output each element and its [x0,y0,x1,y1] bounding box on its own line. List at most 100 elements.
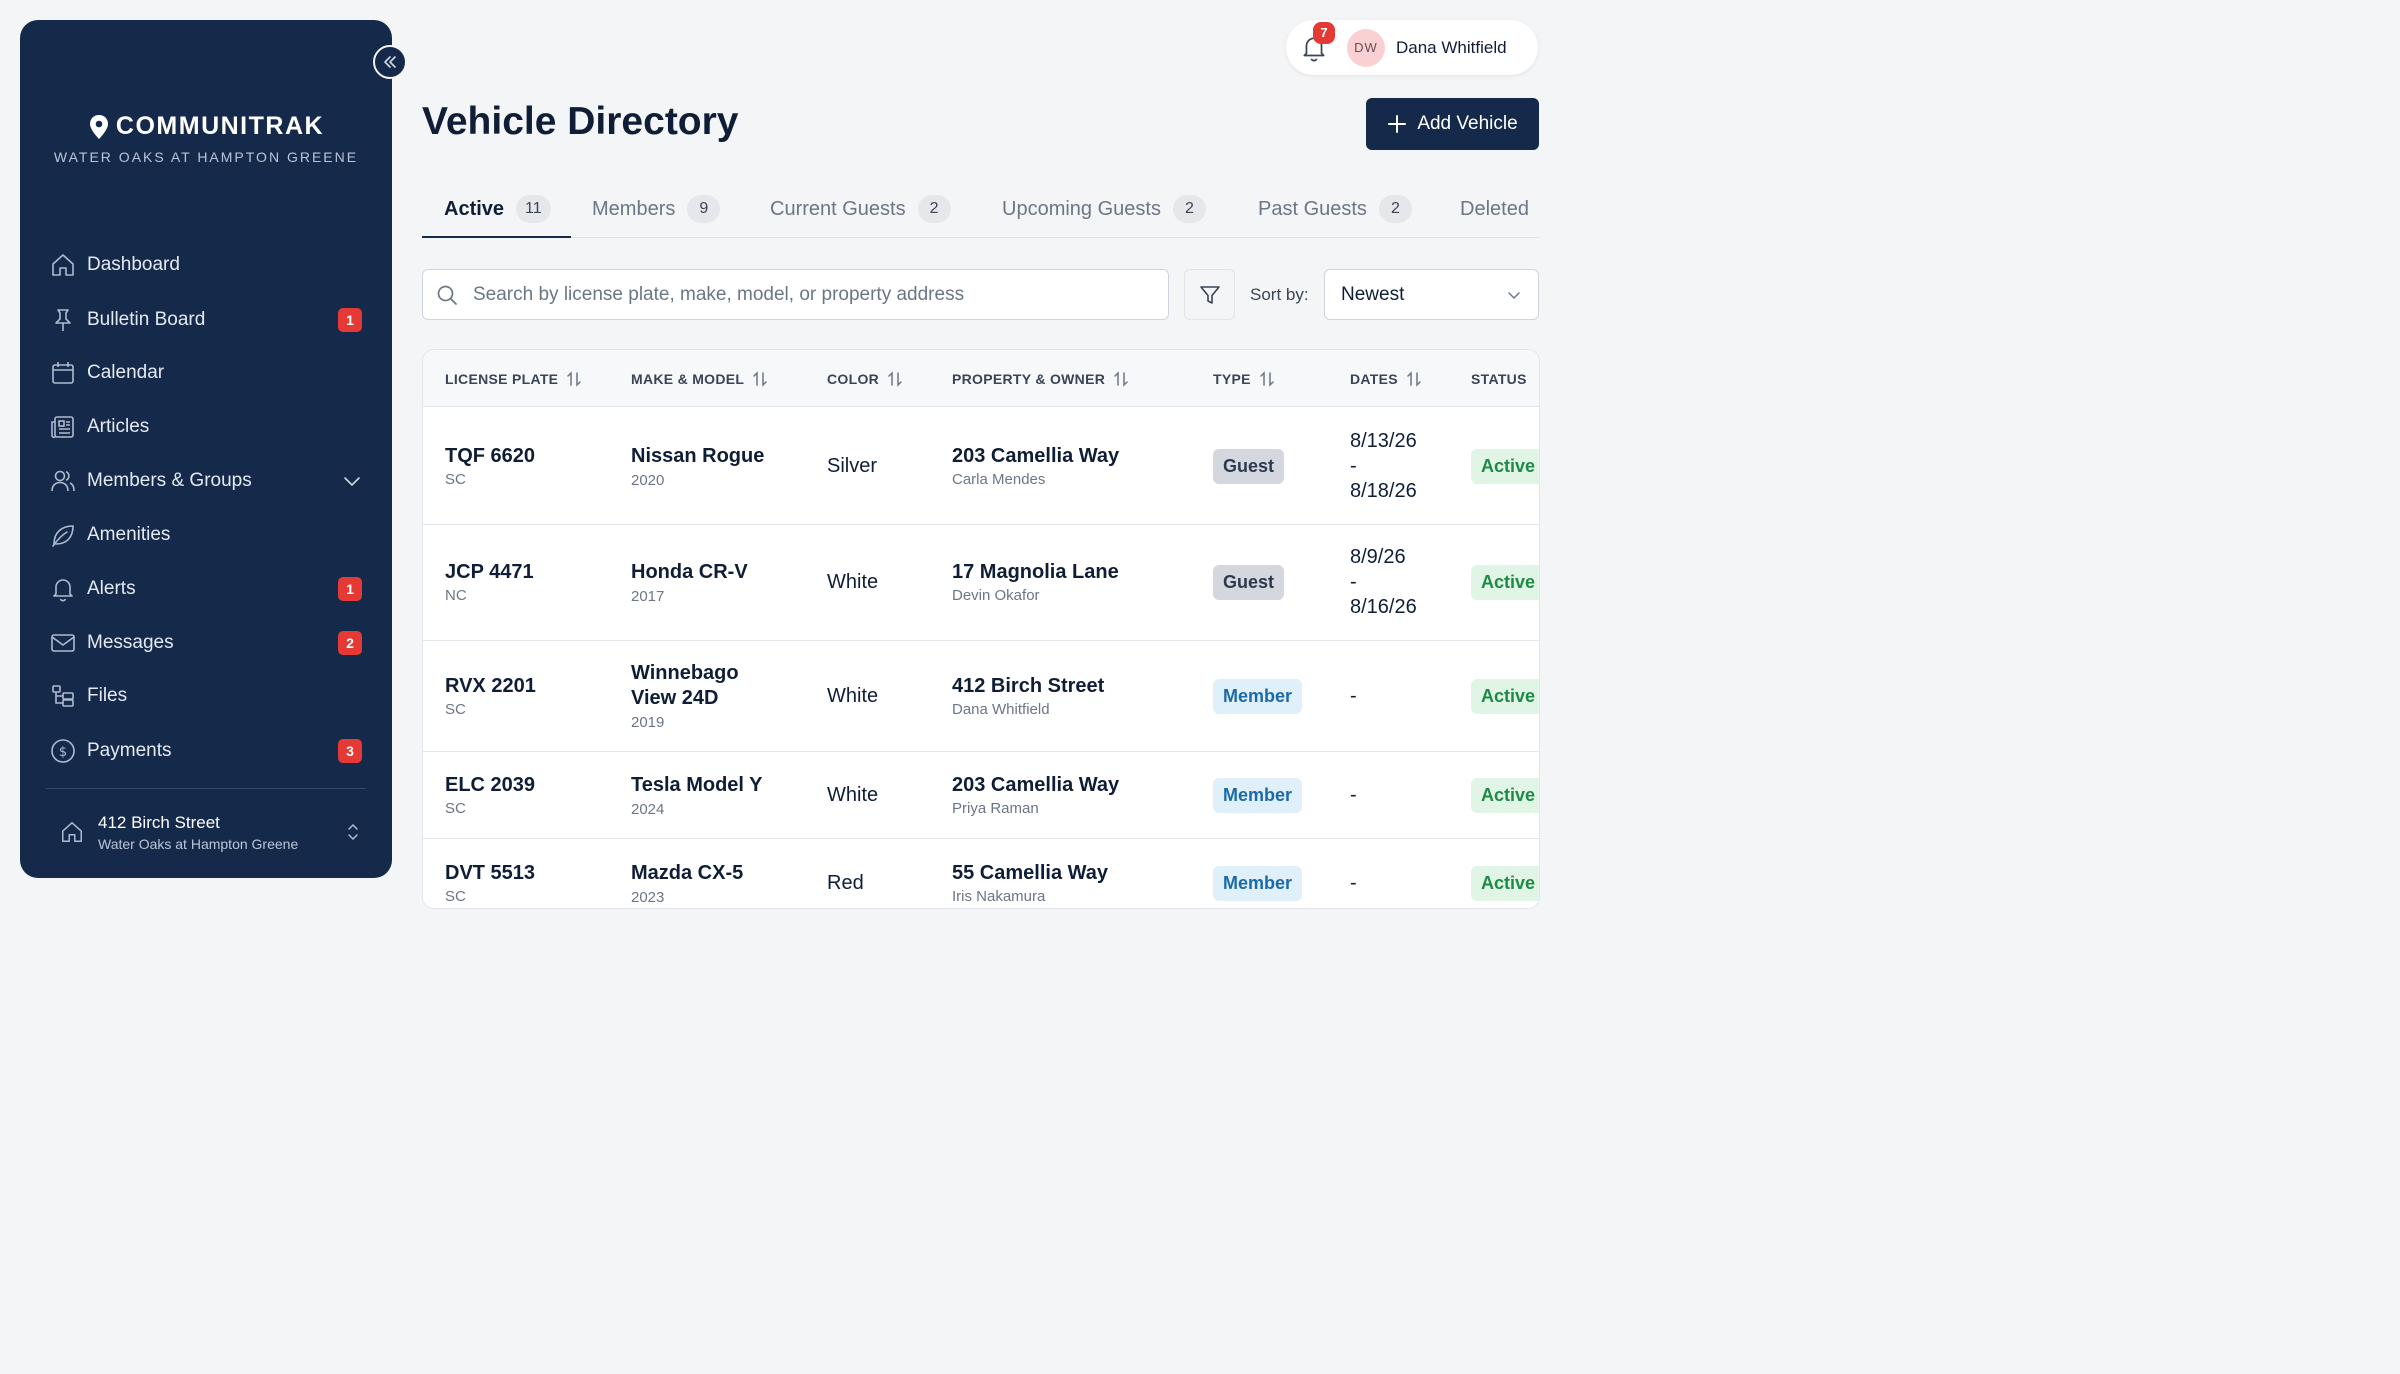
count-badge: 2 [338,631,362,655]
plate-state: SC [445,700,466,718]
property-address[interactable]: 203 Camellia Way [952,774,1119,797]
sidebar-item-articles[interactable]: Articles [50,407,362,447]
sort-arrows-icon [1407,370,1421,387]
property-address[interactable]: 17 Magnolia Lane [952,561,1119,584]
search-box[interactable] [422,269,1169,320]
sidebar-item-dashboard[interactable]: Dashboard [50,245,362,285]
dates-empty: - [1350,783,1357,806]
notifications-button[interactable]: 7 [1300,21,1335,62]
sidebar-item-label: Amenities [87,524,171,545]
type-badge: Member [1213,866,1303,901]
make-model: Honda CR-V [631,561,748,583]
community-name: WATER OAKS AT HAMPTON GREENE [53,149,359,165]
svg-text:$: $ [59,745,67,760]
column-label: PROPERTY & OWNER [952,370,1106,387]
property-address[interactable]: 55 Camellia Way [952,862,1108,885]
column-header-color[interactable]: COLOR [827,350,903,407]
table-row[interactable]: RVX 2201 SC Winnebago View 24D 2019 White … [423,641,1539,752]
sidebar-item-files[interactable]: Files [50,676,362,716]
date-to: 8/18/26 [1350,479,1417,502]
table-row[interactable]: DVT 5513 SC Mazda CX-5 2023 Red 55 Camelli… [423,839,1539,908]
tab-count: 2 [1378,195,1412,223]
users-icon [50,468,76,494]
vehicle-year: 2020 [631,471,665,489]
column-header-make-model[interactable]: MAKE & MODEL [631,350,768,407]
sidebar-item-payments[interactable]: $ Payments 3 [50,731,362,771]
leaf-icon [50,522,76,548]
sidebar-item-label: Alerts [87,578,136,599]
collapse-sidebar-button[interactable] [373,45,407,79]
column-label: DATES [1350,370,1398,387]
vehicle-year: 2023 [631,889,665,906]
status-badge: Active [1471,678,1539,714]
add-vehicle-button[interactable]: Add Vehicle [1366,98,1539,150]
filter-icon [1199,285,1220,304]
tab-upcoming-guests[interactable]: Upcoming Guests 2 [1002,180,1206,238]
tab-current-guests[interactable]: Current Guests 2 [770,180,951,238]
sidebar-item-label: Members & Groups [87,470,252,491]
sidebar-item-label: Articles [87,416,150,437]
column-header-dates[interactable]: DATES [1350,350,1422,407]
status-badge: Active [1471,448,1539,484]
sort-arrows-icon [753,370,768,387]
property-address[interactable]: 412 Birch Street [952,675,1104,698]
sort-label: Sort by: [1250,285,1309,304]
filter-button[interactable] [1184,269,1235,320]
sidebar-item-label: Bulletin Board [87,309,206,330]
user-menu[interactable]: 7 DW Dana Whitfield [1286,20,1538,75]
license-plate: DVT 5513 [445,862,536,884]
sort-select[interactable]: Newest [1324,269,1539,320]
tab-active[interactable]: Active 11 [444,180,551,238]
date-from: 8/13/26 [1350,429,1417,452]
tab-past-guests[interactable]: Past Guests 2 [1258,180,1412,238]
tab-bar: Active 11 Members 9 Current Guests 2 Upc… [422,180,1540,238]
map-pin-icon [89,114,108,139]
search-icon [437,285,457,305]
tab-deleted[interactable]: Deleted [1460,180,1529,238]
property-switcher[interactable]: 412 Birch Street Water Oaks at Hampton G… [60,810,360,854]
user-name: Dana Whitfield [1396,37,1507,57]
home-icon [50,252,76,278]
tab-label: Deleted [1460,197,1529,220]
sidebar-item-amenities[interactable]: Amenities [50,515,362,555]
tab-count: 2 [1172,195,1206,223]
column-label: STATUS [1471,370,1527,387]
dates-empty: - [1350,872,1357,894]
owner-name: Dana Whitfield [952,700,1050,718]
home-icon [62,822,82,842]
property-address[interactable]: 203 Camellia Way [952,445,1119,468]
vehicle-color: White [827,783,879,806]
vehicle-year: 2017 [631,588,665,605]
sidebar-item-label: Calendar [87,362,165,383]
make-model: Mazda CX-5 [631,862,744,884]
notification-count-badge: 7 [1313,21,1335,44]
sidebar-item-members-groups[interactable]: Members & Groups [50,461,362,501]
vehicle-table: LICENSE PLATE MAKE & MODEL COLOR PROPERT… [422,349,1540,909]
tab-members[interactable]: Members 9 [592,180,721,238]
column-header-property-owner[interactable]: PROPERTY & OWNER [952,350,1129,407]
sidebar-item-bulletin-board[interactable]: Bulletin Board 1 [50,300,362,340]
table-row[interactable]: TQF 6620 SC Nissan Rogue 2020 Silver 203 C… [423,408,1539,525]
page-title: Vehicle Directory [422,100,739,143]
status-badge: Active [1471,565,1539,600]
license-plate: RVX 2201 [445,674,536,697]
brand-name: COMMUNITRAK [115,112,325,140]
column-label: COLOR [827,370,880,387]
pin-icon [50,307,76,333]
table-row[interactable]: JCP 4471 NC Honda CR-V 2017 White 17 Magno… [423,525,1539,641]
sort-arrows-icon [567,370,582,387]
search-input[interactable] [473,283,1133,306]
column-header-license-plate[interactable]: LICENSE PLATE [445,350,582,407]
tab-label: Current Guests [770,197,906,220]
table-row[interactable]: ELC 2039 SC Tesla Model Y 2024 White 203 C… [423,752,1539,839]
plate-state: SC [445,799,466,817]
make-model: Tesla Model Y [631,773,763,796]
date-separator: - [1350,454,1357,477]
status-badge: Active [1471,866,1539,901]
column-header-type[interactable]: TYPE [1213,350,1275,407]
sidebar-item-messages[interactable]: Messages 2 [50,623,362,663]
tab-label: Members [592,197,676,220]
sidebar-item-alerts[interactable]: Alerts 1 [50,569,362,609]
column-header-status[interactable]: STATUS [1471,350,1527,407]
sidebar-item-calendar[interactable]: Calendar [50,353,362,393]
